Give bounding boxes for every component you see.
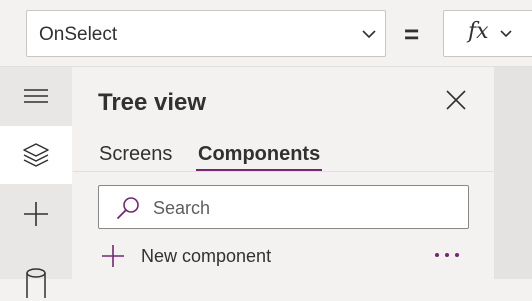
more-dot-icon — [455, 253, 459, 257]
left-rail — [0, 67, 72, 298]
rail-item-insert[interactable] — [0, 185, 72, 243]
close-icon[interactable] — [445, 89, 467, 111]
layers-icon — [23, 143, 49, 167]
database-icon — [26, 268, 46, 298]
more-dot-icon — [445, 253, 449, 257]
tab-components[interactable]: Components — [196, 143, 323, 172]
chevron-down-icon — [362, 30, 376, 39]
chevron-down-icon — [500, 30, 512, 38]
hamburger-menu-icon — [24, 89, 48, 103]
tab-screens-label: Screens — [99, 143, 173, 165]
tab-screens[interactable]: Screens — [99, 143, 172, 172]
property-dropdown[interactable]: OnSelect — [26, 10, 386, 57]
search-icon — [117, 197, 139, 219]
canvas-area — [494, 67, 532, 279]
fx-button[interactable]: fx — [443, 10, 532, 57]
equals-sign: = — [404, 19, 420, 49]
tree-view-panel: Tree view Screens Components New compone… — [73, 67, 493, 279]
plus-icon — [102, 245, 124, 267]
new-component-label: New component — [141, 246, 272, 266]
panel-title: Tree view — [98, 89, 207, 116]
search-box[interactable] — [98, 185, 469, 229]
rail-item-menu[interactable] — [0, 67, 72, 125]
new-component-button[interactable]: New component — [101, 242, 351, 270]
property-dropdown-value: OnSelect — [39, 24, 118, 45]
tabs-divider — [73, 171, 493, 172]
plus-icon — [24, 202, 48, 226]
fx-icon: fx — [468, 19, 489, 44]
more-dot-icon — [435, 253, 439, 257]
search-input[interactable] — [151, 196, 455, 220]
formula-bar: OnSelect = fx — [0, 0, 532, 67]
rail-item-tree-view[interactable] — [0, 126, 72, 184]
rail-item-data[interactable] — [0, 243, 72, 301]
tab-components-label: Components — [198, 143, 321, 165]
more-options-button[interactable] — [435, 247, 459, 263]
